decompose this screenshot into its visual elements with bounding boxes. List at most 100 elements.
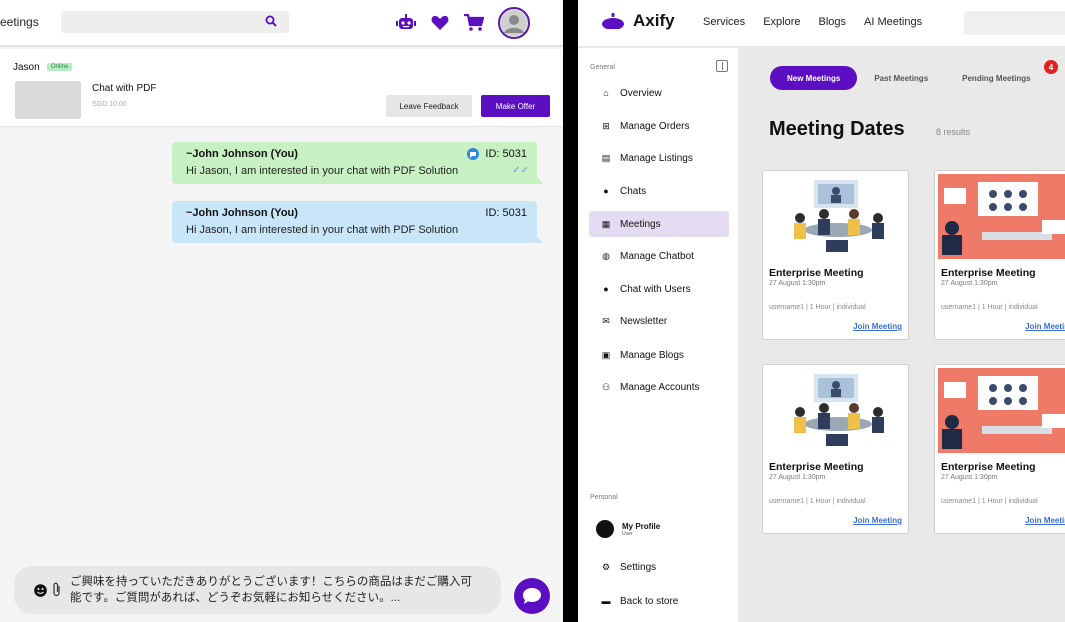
chat-header: eetings [0, 0, 563, 47]
meeting-date: 27 August 1:30pm [941, 280, 998, 287]
sidebar-item-manage-chatbot[interactable]: ◍ Manage Chatbot [589, 243, 729, 269]
sidebar-item-settings[interactable]: ⚙ Settings [589, 554, 729, 580]
avatar[interactable] [498, 7, 530, 39]
nav-blogs[interactable]: Blogs [818, 16, 846, 28]
page-title: Meeting Dates [769, 118, 905, 140]
axify-logo-icon[interactable] [602, 13, 624, 29]
send-button[interactable] [514, 578, 550, 614]
join-meeting-link[interactable]: Join Meeting [1025, 516, 1065, 525]
message-id-text: ID: 5031 [485, 148, 527, 160]
nav-ai-meetings[interactable]: AI Meetings [864, 16, 922, 28]
message-input[interactable]: ご興味を持っていただきありがとうございます！こちらの商品はまだご購入可能です。ご… [14, 566, 501, 614]
video-conference-illustration [766, 368, 907, 453]
sidebar-item-overview[interactable]: ⌂ Overview [589, 80, 729, 106]
sidebar-item-back-to-store[interactable]: ▬ Back to store [589, 588, 729, 614]
join-meeting-link[interactable]: Join Meeting [853, 322, 902, 331]
envelope-icon: ✉ [602, 315, 610, 326]
join-meeting-link[interactable]: Join Meeting [853, 516, 902, 525]
chat-icon: ● [603, 284, 609, 294]
message-id-text: ID: 5031 [485, 207, 527, 219]
message-author: ~John Johnson (You) [186, 207, 298, 219]
sidebar-item-manage-listings[interactable]: ▤ Manage Listings [589, 145, 729, 171]
make-offer-button[interactable]: Make Offer [481, 95, 550, 117]
leave-feedback-button[interactable]: Leave Feedback [386, 95, 472, 117]
nav-explore[interactable]: Explore [763, 16, 800, 28]
join-meeting-link[interactable]: Join Meeting [1025, 322, 1065, 331]
message-text: Hi Jason, I am interested in your chat w… [186, 165, 459, 177]
screen: eetings Jason Online Chat with PDF SGD 1… [0, 0, 1065, 622]
main-content: New Meetings Past Meetings Pending Meeti… [738, 48, 1065, 622]
bot-indicator-icon [467, 148, 480, 160]
sidebar-item-label: Chat with Users [620, 283, 691, 295]
sidebar-item-meetings[interactable]: ▦ Meetings [589, 211, 729, 237]
collapse-sidebar-icon[interactable] [716, 60, 728, 72]
meeting-meta: username1 | 1 Hour | individual [769, 304, 866, 311]
emoji-icon[interactable] [34, 584, 47, 597]
sidebar-item-label: Back to store [620, 595, 679, 607]
header-title: eetings [0, 15, 39, 29]
robot-icon: ◍ [602, 250, 610, 261]
cart-icon[interactable] [464, 13, 484, 33]
nav-services[interactable]: Services [703, 16, 745, 28]
meeting-card[interactable]: Enterprise Meeting 27 August 1:30pm user… [934, 364, 1065, 534]
meeting-date: 27 August 1:30pm [941, 474, 998, 481]
meeting-card[interactable]: Enterprise Meeting 27 August 1:30pm user… [934, 170, 1065, 340]
robot-icon[interactable] [396, 13, 416, 33]
gear-icon: ⚙ [601, 561, 611, 572]
message-input-text: ご興味を持っていただきありがとうございます！こちらの商品はまだご購入可能です。ご… [70, 576, 472, 604]
sidebar-heading-personal: Personal [590, 494, 618, 501]
meeting-card[interactable]: Enterprise Meeting 27 August 1:30pm user… [762, 364, 909, 534]
tab-pending-meetings[interactable]: Pending Meetings [945, 66, 1047, 90]
home-icon: ⌂ [603, 88, 609, 98]
sidebar-item-label: Manage Accounts [620, 381, 700, 393]
main-nav: Services Explore Blogs AI Meetings [703, 16, 922, 28]
video-conference-illustration [766, 174, 907, 259]
product-title: Chat with PDF [92, 83, 157, 94]
message-id: ID: 5031 [467, 148, 527, 160]
meeting-card[interactable]: Enterprise Meeting 27 August 1:30pm user… [762, 170, 909, 340]
read-receipt-icon: ✓✓ [512, 165, 529, 176]
sidebar-item-chat-with-users[interactable]: ● Chat with Users [589, 276, 729, 302]
meeting-meta: username1 | 1 Hour | individual [941, 498, 1038, 505]
sidebar-heading-general: General [590, 64, 615, 71]
tab-past-meetings[interactable]: Past Meetings [857, 66, 945, 90]
user-icon [596, 520, 614, 538]
status-badge: Online [47, 63, 73, 71]
message-bubble: ~John Johnson (You) ID: 5031 Hi Jason, I… [172, 142, 543, 184]
meeting-meta: username1 | 1 Hour | individual [769, 498, 866, 505]
search-input[interactable] [964, 11, 1065, 35]
meeting-title: Enterprise Meeting [769, 267, 864, 279]
profile-link[interactable]: My Profile User [596, 520, 660, 538]
sidebar-item-manage-blogs[interactable]: ▣ Manage Blogs [589, 342, 729, 368]
sidebar-item-chats[interactable]: ● Chats [589, 178, 729, 204]
sidebar-item-newsletter[interactable]: ✉ Newsletter [589, 308, 729, 334]
sidebar-item-manage-orders[interactable]: ⊞ Manage Orders [589, 113, 729, 139]
contact-name: Jason [13, 62, 40, 73]
meeting-room-illustration [938, 368, 1065, 453]
store-icon: ▬ [601, 596, 611, 606]
message-bubble: ~John Johnson (You) ID: 5031 Hi Jason, I… [172, 201, 543, 243]
pending-count-badge: 4 [1044, 60, 1058, 74]
meeting-room-illustration [938, 174, 1065, 259]
brand-name[interactable]: Axify [633, 11, 675, 31]
meeting-date: 27 August 1:30pm [769, 280, 826, 287]
meeting-date: 27 August 1:30pm [769, 474, 826, 481]
attachment-icon[interactable] [52, 582, 62, 598]
sidebar-item-manage-accounts[interactable]: ⚇ Manage Accounts [589, 374, 729, 400]
search-icon[interactable] [265, 15, 277, 27]
sidebar-item-label: Overview [620, 87, 662, 99]
sidebar: General ⌂ Overview ⊞ Manage Orders ▤ Manage… [578, 48, 738, 622]
sidebar-item-label: Manage Orders [620, 120, 690, 132]
heart-icon[interactable] [430, 13, 450, 33]
search-input[interactable] [61, 11, 289, 33]
meeting-meta: username1 | 1 Hour | individual [941, 304, 1038, 311]
tab-new-meetings[interactable]: New Meetings [770, 66, 858, 90]
chat-icon: ● [603, 186, 609, 196]
results-count: 8 results [936, 127, 971, 137]
header-icons [396, 7, 530, 39]
meeting-title: Enterprise Meeting [769, 461, 864, 473]
product-thumbnail [15, 81, 81, 119]
sidebar-item-label: Settings [620, 561, 657, 573]
users-icon: ⚇ [601, 381, 611, 392]
sidebar-item-label: Manage Chatbot [620, 250, 694, 262]
